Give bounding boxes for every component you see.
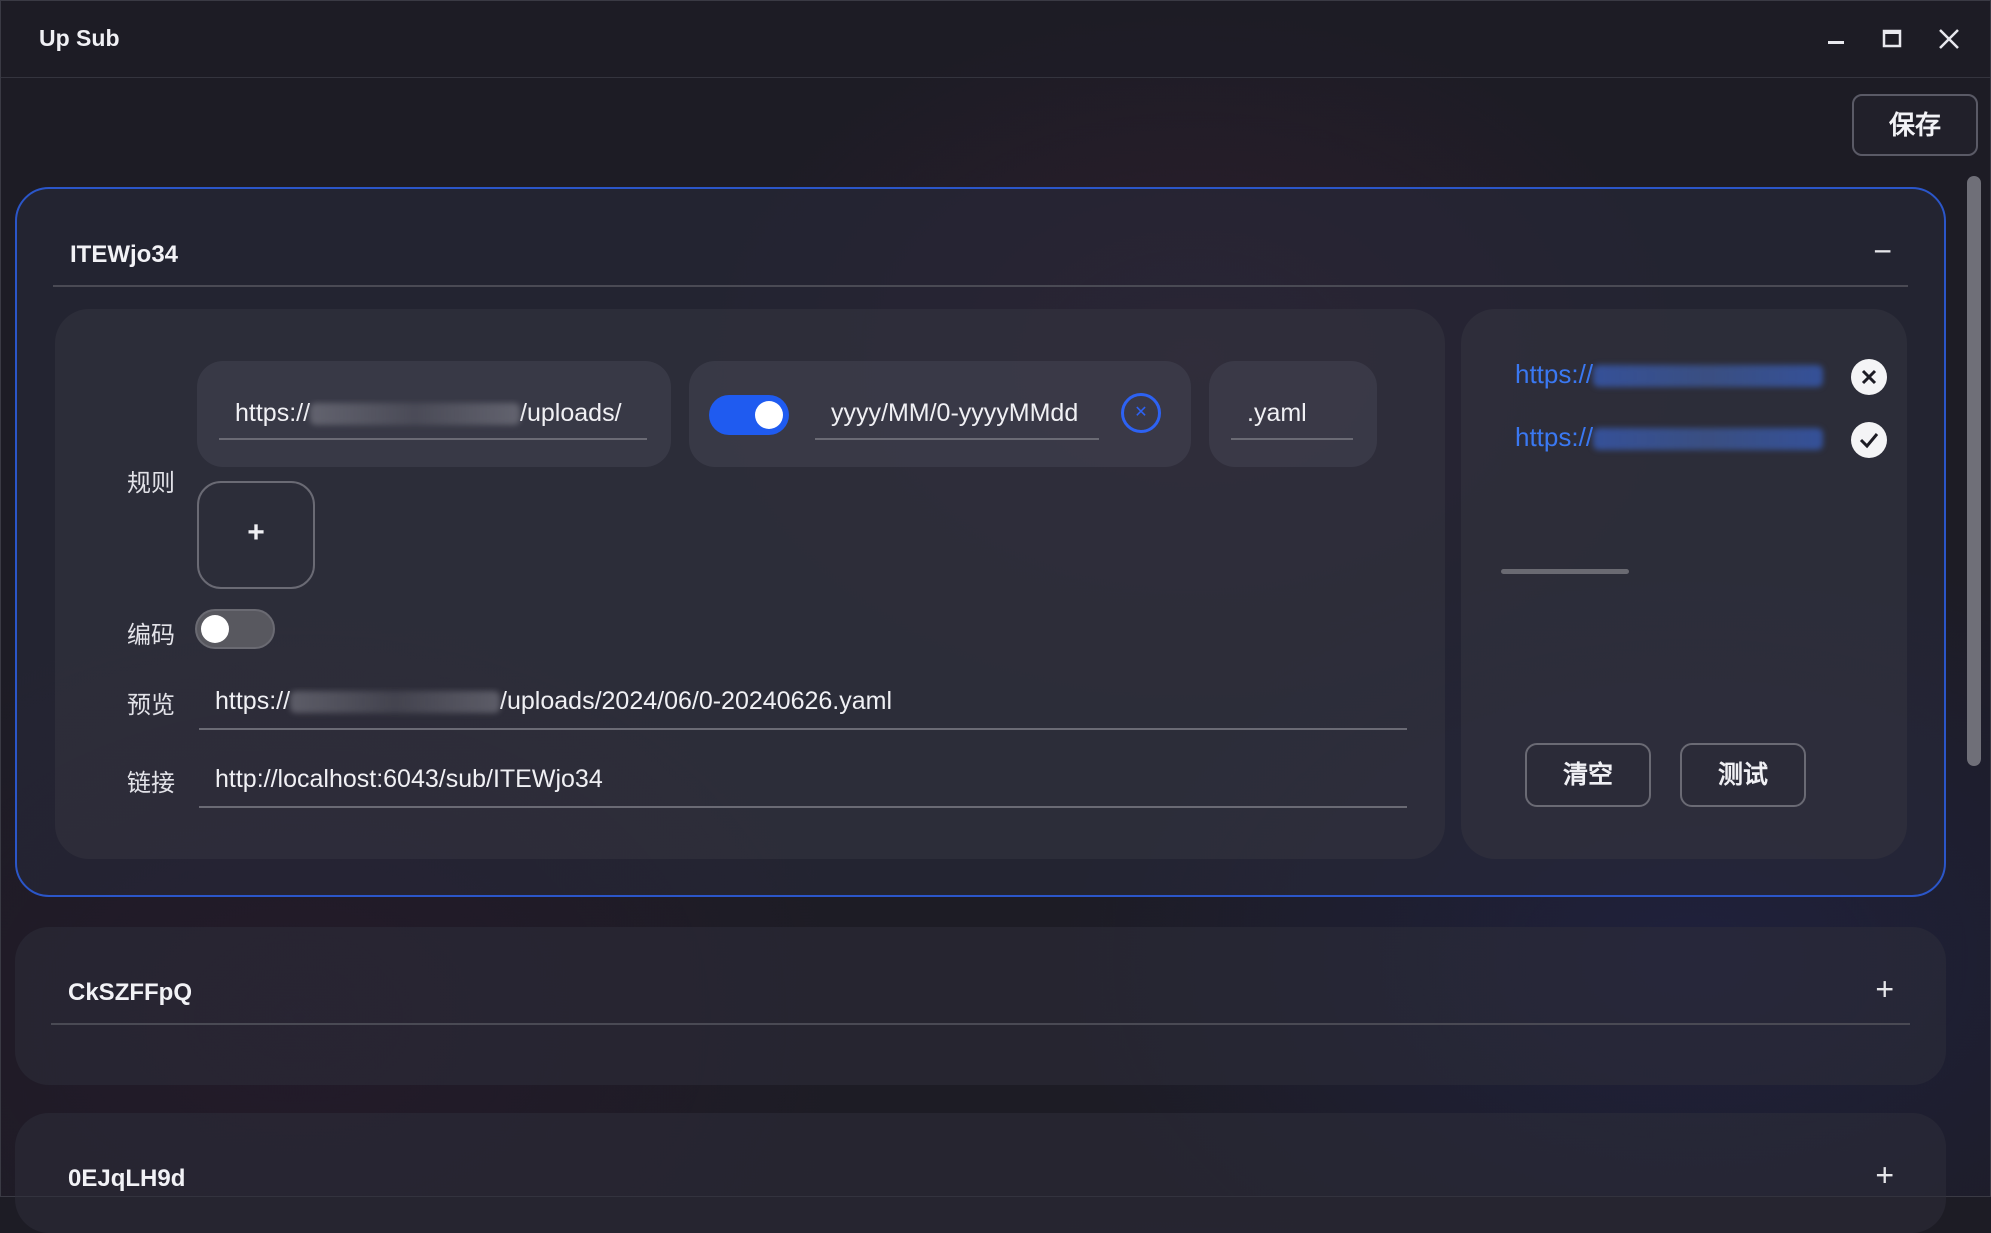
success-icon xyxy=(1851,422,1887,458)
preview-label: 预览 xyxy=(127,692,175,719)
title-bar: Up Sub xyxy=(1,1,1990,78)
progress-bar xyxy=(1501,569,1629,574)
preview-suffix: /uploads/2024/06/0-20240626.yaml xyxy=(500,687,893,715)
result-link[interactable]: https:// xyxy=(1515,359,1824,390)
redacted-host xyxy=(1593,365,1824,388)
subscription-name: CkSZFFpQ xyxy=(68,979,192,1006)
scrollbar[interactable] xyxy=(1967,176,1981,766)
date-format-input[interactable]: yyyy/MM/0-yyyyMMdd xyxy=(815,399,1099,440)
app-window: Up Sub 保存 ITEWjo34 − 规则 https:// /uploads… xyxy=(0,0,1991,1233)
redacted-host xyxy=(290,691,501,714)
subscription-card: ITEWjo34 − 规则 https:// /uploads/ yyyy/MM/… xyxy=(15,187,1946,897)
expand-icon[interactable]: + xyxy=(1875,1157,1894,1194)
app-title: Up Sub xyxy=(39,25,120,51)
result-link[interactable]: https:// xyxy=(1515,422,1824,453)
collapse-icon[interactable]: − xyxy=(1873,233,1892,270)
subscription-name: 0EJqLH9d xyxy=(68,1165,186,1192)
rules-label: 规则 xyxy=(127,470,175,497)
subscription-card: CkSZFFpQ + xyxy=(15,927,1946,1085)
test-results-panel: https:// https:// 清空 测试 xyxy=(1461,309,1907,859)
link-field[interactable]: http://localhost:6043/sub/ITEWjo34 xyxy=(199,765,1407,808)
save-button[interactable]: 保存 xyxy=(1852,94,1978,156)
card-header[interactable]: 0EJqLH9d + xyxy=(51,1113,1910,1209)
maximize-icon[interactable] xyxy=(1872,19,1912,59)
card-header[interactable]: ITEWjo34 − xyxy=(53,189,1908,287)
close-icon[interactable] xyxy=(1929,19,1969,59)
clear-rule-icon[interactable]: ✕ xyxy=(1121,393,1161,433)
minimize-icon[interactable] xyxy=(1816,19,1856,59)
date-segment: yyyy/MM/0-yyyyMMdd ✕ xyxy=(689,361,1191,467)
subscription-name: ITEWjo34 xyxy=(70,241,179,268)
encode-toggle[interactable] xyxy=(195,609,275,649)
fail-icon xyxy=(1851,359,1887,395)
test-button[interactable]: 测试 xyxy=(1680,743,1806,807)
result-url-prefix: https:// xyxy=(1515,422,1594,452)
toggle-knob xyxy=(201,615,229,643)
clear-button[interactable]: 清空 xyxy=(1525,743,1651,807)
url-prefix: https:// xyxy=(235,399,311,427)
preview-field: https:// /uploads/2024/06/0-20240626.yaml xyxy=(199,687,1407,730)
url-input[interactable]: https:// /uploads/ xyxy=(219,399,647,440)
extension-segment: .yaml xyxy=(1209,361,1377,467)
add-rule-button[interactable]: + xyxy=(197,481,315,589)
date-toggle[interactable] xyxy=(709,395,789,435)
result-url-prefix: https:// xyxy=(1515,359,1594,389)
url-suffix: /uploads/ xyxy=(520,399,622,427)
preview-prefix: https:// xyxy=(215,687,291,715)
subscription-card: 0EJqLH9d + xyxy=(15,1113,1946,1233)
card-header[interactable]: CkSZFFpQ + xyxy=(51,927,1910,1025)
extension-input[interactable]: .yaml xyxy=(1231,399,1353,440)
url-segment: https:// /uploads/ xyxy=(197,361,671,467)
encode-label: 编码 xyxy=(127,622,175,649)
toggle-knob xyxy=(755,401,783,429)
redacted-host xyxy=(1593,428,1824,451)
link-label: 链接 xyxy=(127,770,175,797)
redacted-host xyxy=(310,403,521,426)
expand-icon[interactable]: + xyxy=(1875,971,1894,1008)
rule-panel: 规则 https:// /uploads/ yyyy/MM/0-yyyyMMdd … xyxy=(55,309,1445,859)
